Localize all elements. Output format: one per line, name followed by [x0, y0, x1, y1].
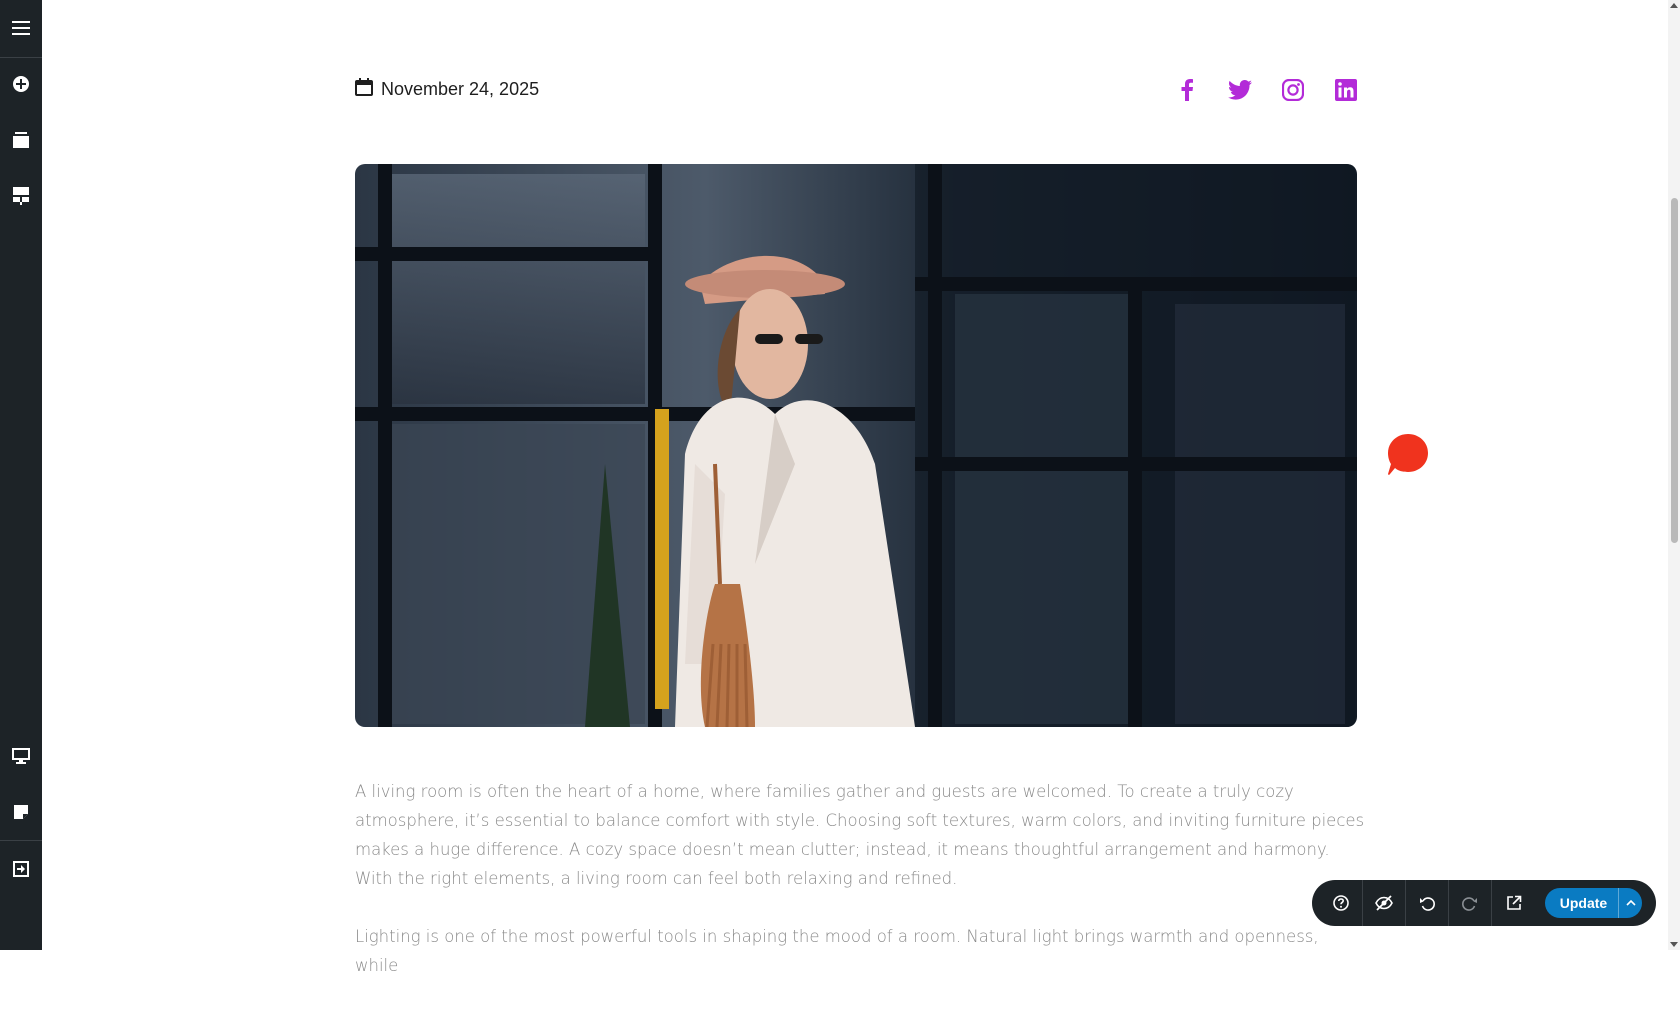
menu-icon[interactable] — [9, 16, 33, 40]
article-body: A living room is often the heart of a ho… — [355, 777, 1365, 1009]
hide-icon[interactable] — [1363, 880, 1406, 926]
update-button[interactable]: Update — [1545, 888, 1642, 918]
page-scrollbar[interactable] — [1668, 0, 1680, 950]
redo-icon[interactable] — [1449, 880, 1492, 926]
scroll-thumb[interactable] — [1671, 198, 1678, 543]
sidebar-divider — [0, 57, 42, 58]
instagram-icon[interactable] — [1281, 78, 1305, 102]
page-canvas: November 24, 2025 A living room is often… — [42, 0, 1668, 975]
chat-bubble-icon[interactable] — [1388, 434, 1428, 476]
article-paragraph: A living room is often the heart of a ho… — [355, 782, 1365, 888]
exit-icon[interactable] — [9, 857, 33, 881]
template-icon[interactable] — [9, 184, 33, 208]
linkedin-icon[interactable] — [1334, 78, 1358, 102]
external-link-icon[interactable] — [1492, 880, 1535, 926]
chevron-up-icon[interactable] — [1618, 888, 1642, 918]
calendar-icon — [355, 78, 373, 101]
hero-image — [355, 164, 1357, 727]
editor-sidebar — [0, 0, 42, 950]
facebook-icon[interactable] — [1175, 78, 1199, 102]
scroll-up-arrow-icon[interactable] — [1670, 3, 1678, 8]
desktop-preview-icon[interactable] — [9, 744, 33, 768]
add-circle-icon[interactable] — [9, 72, 33, 96]
editor-toolbar: Update — [1312, 880, 1656, 926]
article-paragraph: Lighting is one of the most powerful too… — [355, 927, 1319, 975]
sidebar-divider — [0, 840, 42, 841]
layers-icon[interactable] — [9, 128, 33, 152]
twitter-icon[interactable] — [1228, 78, 1252, 102]
help-icon[interactable] — [1320, 880, 1363, 926]
undo-icon[interactable] — [1406, 880, 1449, 926]
notes-icon[interactable] — [9, 800, 33, 824]
social-share — [1175, 78, 1358, 102]
post-date-text: November 24, 2025 — [381, 79, 540, 99]
hero-photo — [355, 164, 1357, 727]
post-date: November 24, 2025 — [355, 78, 539, 101]
update-button-label: Update — [1559, 895, 1608, 911]
scroll-down-arrow-icon[interactable] — [1670, 942, 1678, 947]
